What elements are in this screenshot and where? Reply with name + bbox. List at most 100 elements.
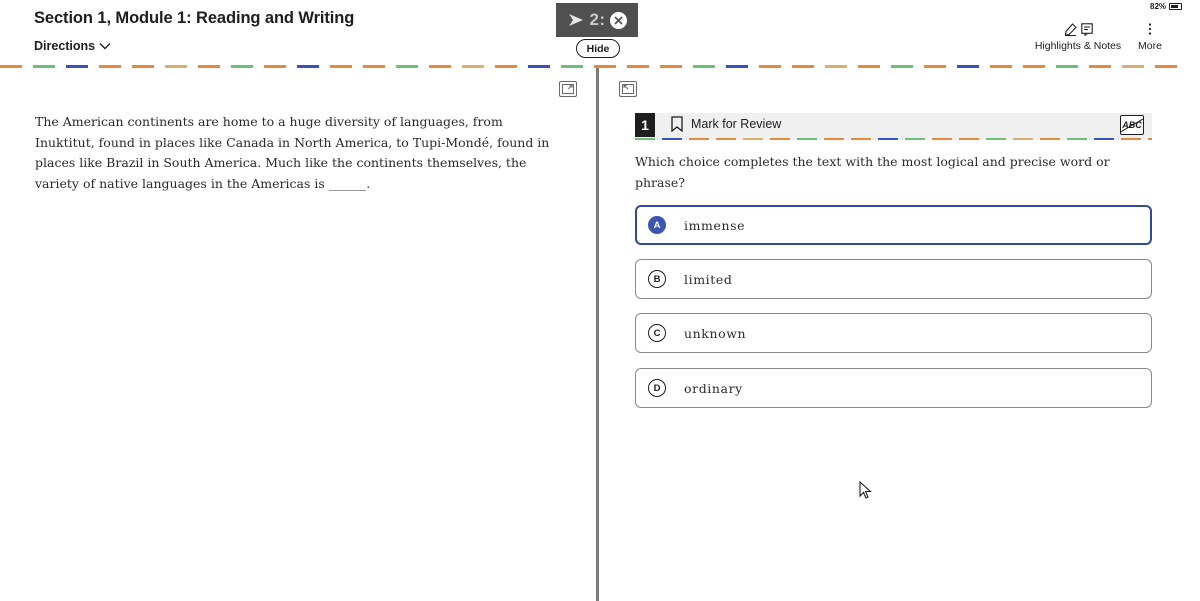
choice-d[interactable]: D ordinary (635, 368, 1152, 408)
divider-dash (689, 138, 709, 140)
divider-dash (495, 65, 517, 68)
divider-dash (1141, 138, 1148, 140)
expand-passage-icon[interactable] (559, 81, 577, 97)
choice-letter: B (648, 270, 666, 288)
directions-dropdown[interactable]: Directions (34, 39, 111, 53)
divider-dash (693, 65, 715, 68)
divider-dash (655, 138, 662, 140)
divider-dash (682, 138, 689, 140)
divider-dash (352, 65, 363, 68)
choice-text: ordinary (684, 380, 743, 396)
divider-dash (878, 138, 898, 140)
choice-a[interactable]: A immense (635, 205, 1152, 245)
more-button[interactable]: More (1134, 22, 1166, 52)
highlights-notes-button[interactable]: Highlights & Notes (1033, 22, 1123, 52)
divider-dash (715, 65, 726, 68)
header-divider (0, 65, 1200, 68)
divider-dash (905, 138, 925, 140)
divider-dash (132, 65, 154, 68)
divider-dash (1094, 138, 1114, 140)
mouse-cursor-icon (859, 481, 872, 499)
divider-dash (88, 65, 99, 68)
divider-dash (986, 138, 1006, 140)
divider-dash (781, 65, 792, 68)
choice-letter: C (648, 324, 666, 342)
divider-dash (517, 65, 528, 68)
divider-dash (1078, 65, 1089, 68)
expand-question-icon[interactable] (619, 81, 637, 97)
divider-dash (660, 65, 682, 68)
divider-dash (825, 65, 847, 68)
divider-dash (528, 65, 550, 68)
choice-text: limited (684, 271, 733, 287)
divider-dash (1089, 65, 1111, 68)
divider-dash (286, 65, 297, 68)
divider-dash (932, 138, 952, 140)
divider-dash (1148, 138, 1152, 140)
choice-letter: D (648, 379, 666, 397)
mark-for-review-button[interactable]: Mark for Review (671, 116, 781, 132)
divider-dash (763, 138, 770, 140)
divider-dash (319, 65, 330, 68)
divider-dash (297, 65, 319, 68)
timer-bow-icon (567, 12, 585, 28)
more-vertical-icon (1148, 23, 1152, 35)
bookmark-icon (671, 116, 683, 132)
divider-dash (851, 138, 871, 140)
divider-dash (253, 65, 264, 68)
divider-dash (880, 65, 891, 68)
highlights-notes-label: Highlights & Notes (1034, 40, 1122, 52)
divider-dash (770, 138, 790, 140)
notes-icon (1080, 22, 1093, 36)
divider-dash (990, 65, 1012, 68)
divider-dash (1013, 138, 1033, 140)
divider-dash (790, 138, 797, 140)
divider-dash (682, 65, 693, 68)
battery-indicator: 82% (1150, 2, 1183, 11)
divider-dash (817, 138, 824, 140)
divider-dash (462, 65, 484, 68)
divider-dash (891, 65, 913, 68)
directions-label: Directions (34, 39, 96, 53)
divider-dash (1087, 138, 1094, 140)
divider-dash (1045, 65, 1056, 68)
divider-dash (913, 65, 924, 68)
timer-readout: 2: (589, 10, 606, 29)
divider-dash (1121, 138, 1141, 140)
divider-dash (716, 138, 736, 140)
divider-dash (231, 65, 253, 68)
pane-divider[interactable] (596, 68, 599, 601)
divider-dash (847, 65, 858, 68)
answer-eliminator-button[interactable]: ABC (1120, 115, 1144, 135)
divider-dash (484, 65, 495, 68)
divider-dash (165, 65, 187, 68)
divider-dash (797, 138, 817, 140)
divider-dash (946, 65, 957, 68)
divider-dash (1111, 65, 1122, 68)
divider-dash (1056, 65, 1078, 68)
divider-dash (1006, 138, 1013, 140)
divider-dash (1144, 65, 1155, 68)
divider-dash (220, 65, 231, 68)
divider-dash (1060, 138, 1067, 140)
hide-timer-button[interactable]: Hide (576, 39, 620, 58)
divider-dash (396, 65, 418, 68)
divider-dash (583, 65, 594, 68)
close-timer-icon[interactable] (609, 11, 627, 29)
divider-dash (418, 65, 429, 68)
question-prompt: Which choice completes the text with the… (635, 154, 1110, 190)
divider-dash (662, 138, 682, 140)
divider-dash (66, 65, 88, 68)
divider-dash (627, 65, 649, 68)
top-bar: Section 1, Module 1: Reading and Writing… (0, 0, 1200, 68)
divider-dash (99, 65, 121, 68)
passage-text: The American continents are home to a hu… (35, 114, 550, 191)
choice-b[interactable]: B limited (635, 259, 1152, 299)
divider-dash (550, 65, 561, 68)
divider-dash (1114, 138, 1121, 140)
divider-dash (429, 65, 451, 68)
chevron-down-icon (99, 43, 111, 50)
divider-dash (871, 138, 878, 140)
choice-c[interactable]: C unknown (635, 313, 1152, 353)
divider-dash (979, 65, 990, 68)
